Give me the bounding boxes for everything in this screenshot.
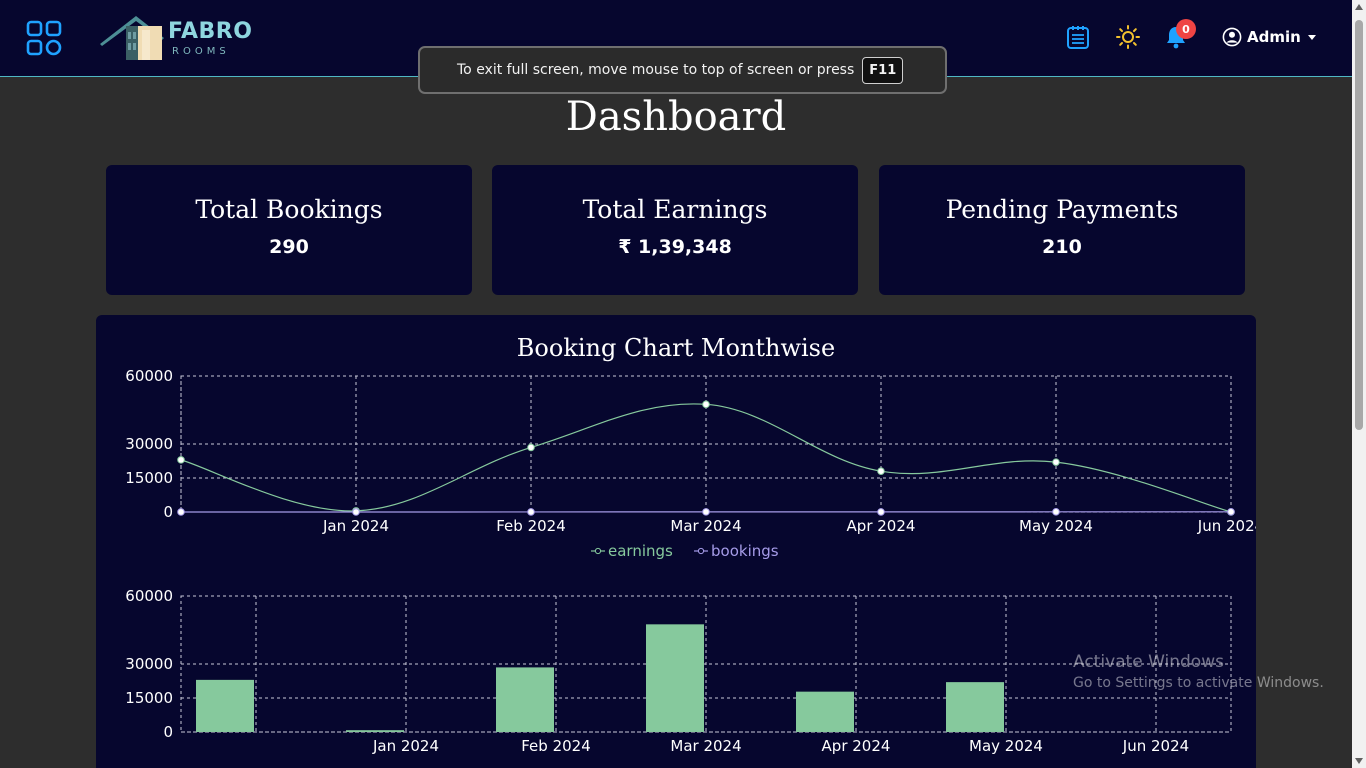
chevron-down-icon [1307, 34, 1316, 40]
legend-label-earnings: earnings [608, 542, 673, 560]
admin-label: Admin [1247, 28, 1301, 46]
line-point-earnings [527, 443, 535, 452]
fullscreen-key: F11 [862, 56, 904, 84]
line-chart-xtick-label: Jan 2024 [322, 517, 389, 535]
bar-earnings [346, 730, 404, 732]
chart-title: Booking Chart Monthwise [516, 334, 836, 362]
page-title: Dashboard [565, 94, 787, 140]
card-value: ₹ 1,39,348 [618, 236, 732, 258]
admin-user-menu[interactable]: Admin [1222, 27, 1316, 47]
bar-earnings [496, 667, 554, 732]
fullscreen-tip-text: To exit full screen, move mouse to top o… [457, 62, 855, 78]
line-point-earnings [177, 456, 185, 464]
card-title: Total Bookings [195, 195, 383, 224]
watermark-subtitle: Go to Settings to activate Windows. [1073, 675, 1324, 691]
brand-subtitle: ROOMS [172, 46, 230, 57]
line-point-bookings [527, 508, 535, 516]
line-chart-xtick-label: Feb 2024 [496, 517, 566, 535]
windows-activation-watermark: Activate Windows Go to Settings to activ… [1073, 652, 1324, 691]
line-chart-ytick-label: 15000 [125, 469, 173, 487]
sun-theme-icon[interactable] [1115, 24, 1141, 50]
bar-earnings [646, 624, 704, 732]
brand-name: FABRO [168, 19, 253, 44]
card-value: 290 [269, 236, 309, 258]
line-point-earnings [877, 467, 885, 475]
total-earnings-card: Total Earnings ₹ 1,39,348 [492, 165, 858, 295]
pending-payments-card: Pending Payments 210 [879, 165, 1245, 295]
bar-chart-xtick-label: May 2024 [969, 737, 1043, 755]
line-point-bookings [1227, 508, 1235, 516]
line-chart-ytick-label: 30000 [125, 435, 173, 453]
bar-chart-xtick-label: Jan 2024 [372, 737, 439, 755]
line-point-earnings [1052, 458, 1060, 466]
booking-charts-svg: 0 15000 30000 60000 Jan 2024 Feb 2024 Mar 2024… [125, 367, 1264, 755]
watermark-title: Activate Windows [1073, 652, 1224, 672]
bar-earnings [946, 682, 1004, 732]
line-chart-xtick-label: Apr 2024 [847, 517, 916, 535]
booking-chart-panel: Booking Chart Monthwise 0 15000 30000 60000… [96, 315, 1264, 768]
bar-chart-xtick-label: Apr 2024 [822, 737, 891, 755]
line-chart-xtick-label: May 2024 [1019, 517, 1093, 535]
user-circle-icon [1222, 27, 1242, 47]
bar-chart-ytick-label: 0 [163, 723, 173, 741]
card-value: 210 [1042, 236, 1082, 258]
line-chart-xtick-label: Jun 2024 [1197, 517, 1256, 535]
scroll-thumb[interactable] [1355, 20, 1363, 430]
line-point-bookings [352, 508, 360, 516]
bar-chart-xtick-label: Feb 2024 [521, 737, 591, 755]
notes-list-icon[interactable] [1065, 24, 1091, 50]
bar-earnings [796, 691, 854, 732]
apps-grid-icon[interactable] [26, 20, 62, 56]
line-chart-ytick-label: 60000 [125, 367, 173, 385]
bar-chart-ytick-label: 15000 [125, 689, 173, 707]
line-point-bookings [1052, 508, 1060, 516]
legend-marker-dot-earnings [594, 547, 602, 555]
scroll-down-arrow-icon[interactable] [1355, 758, 1363, 764]
line-point-bookings [702, 508, 710, 516]
notification-badge: 0 [1176, 19, 1196, 39]
legend-marker-dot-bookings [697, 547, 705, 555]
legend-label-bookings: bookings [711, 542, 779, 560]
line-point-bookings [877, 508, 885, 516]
line-chart-ytick-label: 0 [163, 503, 173, 521]
line-point-earnings [702, 400, 710, 409]
brand-logo[interactable]: FABRO ROOMS [96, 12, 256, 64]
bar-chart-ytick-label: 30000 [125, 655, 173, 673]
card-title: Total Earnings [582, 195, 768, 224]
card-title: Pending Payments [945, 195, 1179, 224]
line-chart-xtick-label: Mar 2024 [670, 517, 741, 535]
bar-chart-ytick-label: 60000 [125, 587, 173, 605]
page-scrollbar[interactable] [1352, 0, 1366, 768]
bar-earnings [196, 679, 254, 732]
fullscreen-exit-tooltip: To exit full screen, move mouse to top o… [418, 46, 947, 94]
line-point-bookings [177, 508, 185, 516]
total-bookings-card: Total Bookings 290 [106, 165, 472, 295]
building-logo-icon [100, 16, 164, 60]
bar-chart-xtick-label: Jun 2024 [1122, 737, 1189, 755]
bar-chart-xtick-label: Mar 2024 [670, 737, 741, 755]
scroll-up-arrow-icon[interactable] [1355, 4, 1363, 10]
